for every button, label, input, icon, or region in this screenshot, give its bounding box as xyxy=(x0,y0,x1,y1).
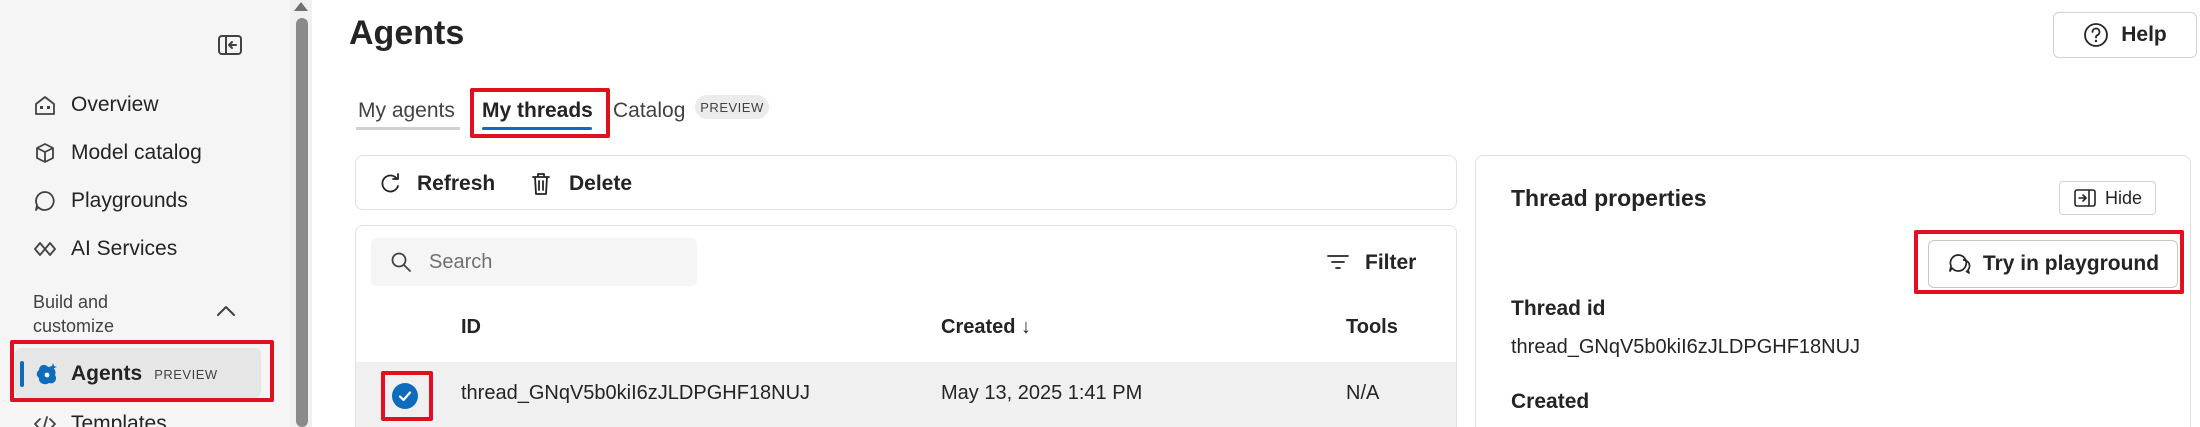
sidebar-item-templates[interactable]: Templates xyxy=(32,404,167,427)
sidebar-item-label: Playgrounds xyxy=(71,189,188,212)
sidebar-item-label: Overview xyxy=(71,93,159,116)
help-label: Help xyxy=(2121,23,2167,46)
search-box[interactable] xyxy=(371,238,697,286)
sidebar-item-label: Agents xyxy=(71,362,143,385)
help-button[interactable]: Help xyxy=(2053,12,2197,58)
delete-button[interactable]: Delete xyxy=(529,168,632,200)
thread-id-value: thread_GNqV5b0kiI6zJLDPGHF18NUJ xyxy=(1511,336,1861,358)
sidebar-item-agents[interactable]: Agents PREVIEW xyxy=(33,354,218,394)
chat-icon xyxy=(1947,252,1971,276)
panel-collapse-icon xyxy=(2073,188,2097,208)
scroll-thumb[interactable] xyxy=(296,18,308,427)
chevron-up-icon[interactable] xyxy=(213,302,239,320)
scroll-up-arrow-icon[interactable] xyxy=(294,2,308,11)
sidebar-item-label: Model catalog xyxy=(71,141,202,164)
code-icon xyxy=(32,411,58,427)
cube-icon xyxy=(32,140,58,166)
search-icon xyxy=(389,250,413,274)
refresh-label: Refresh xyxy=(417,172,496,195)
hide-panel-button[interactable]: Hide xyxy=(2059,181,2156,215)
sidebar-item-label: Templates xyxy=(71,412,167,427)
home-icon xyxy=(32,92,58,118)
created-label: Created xyxy=(1511,390,1590,413)
column-header-id[interactable]: ID xyxy=(461,316,481,339)
filter-icon xyxy=(1325,250,1351,276)
collapse-sidebar-icon[interactable] xyxy=(216,32,244,58)
column-header-tools[interactable]: Tools xyxy=(1346,316,1398,339)
filter-label: Filter xyxy=(1365,251,1417,274)
chat-icon xyxy=(32,188,58,214)
active-indicator xyxy=(20,361,24,387)
preview-badge: PREVIEW xyxy=(154,366,218,382)
try-in-playground-button[interactable]: Try in playground xyxy=(1928,240,2178,288)
page-title: Agents xyxy=(349,14,465,52)
checkmark-icon xyxy=(398,391,412,402)
refresh-icon xyxy=(377,171,403,197)
question-icon xyxy=(2083,22,2109,48)
tab-my-threads[interactable]: My threads xyxy=(482,92,593,130)
panel-title: Thread properties xyxy=(1511,185,1707,211)
column-header-created[interactable]: Created ↓ xyxy=(941,316,1031,339)
tab-my-agents[interactable]: My agents xyxy=(358,92,455,130)
delete-label: Delete xyxy=(569,172,633,195)
row-select-checkbox[interactable] xyxy=(392,383,418,409)
tab-divider xyxy=(356,127,460,130)
hide-label: Hide xyxy=(2104,187,2143,208)
sidebar-item-ai-services[interactable]: AI Services xyxy=(32,229,177,269)
services-icon xyxy=(32,236,58,262)
sidebar-item-label: AI Services xyxy=(71,237,178,260)
sidebar-item-overview[interactable]: Overview xyxy=(32,85,159,125)
threads-toolbar xyxy=(355,155,1457,210)
sidebar-item-model-catalog[interactable]: Model catalog xyxy=(32,133,202,173)
section-label-build-customize: Build and customize xyxy=(33,292,115,336)
search-input[interactable] xyxy=(429,250,669,274)
cell-created: May 13, 2025 1:41 PM xyxy=(941,382,1143,404)
sidebar-item-playgrounds[interactable]: Playgrounds xyxy=(32,181,188,221)
cell-tools: N/A xyxy=(1346,382,1380,404)
tab-active-indicator xyxy=(482,127,592,130)
cell-thread-id[interactable]: thread_GNqV5b0kiI6zJLDPGHF18NUJ xyxy=(461,382,810,405)
refresh-button[interactable]: Refresh xyxy=(377,168,495,200)
try-label: Try in playground xyxy=(1982,252,2160,275)
thread-id-label: Thread id xyxy=(1511,297,1606,320)
filter-button[interactable]: Filter xyxy=(1325,247,1416,279)
agents-icon xyxy=(33,360,61,388)
catalog-preview-badge: PREVIEW xyxy=(695,95,769,119)
tab-catalog[interactable]: Catalog xyxy=(613,92,685,130)
trash-icon xyxy=(529,171,555,197)
